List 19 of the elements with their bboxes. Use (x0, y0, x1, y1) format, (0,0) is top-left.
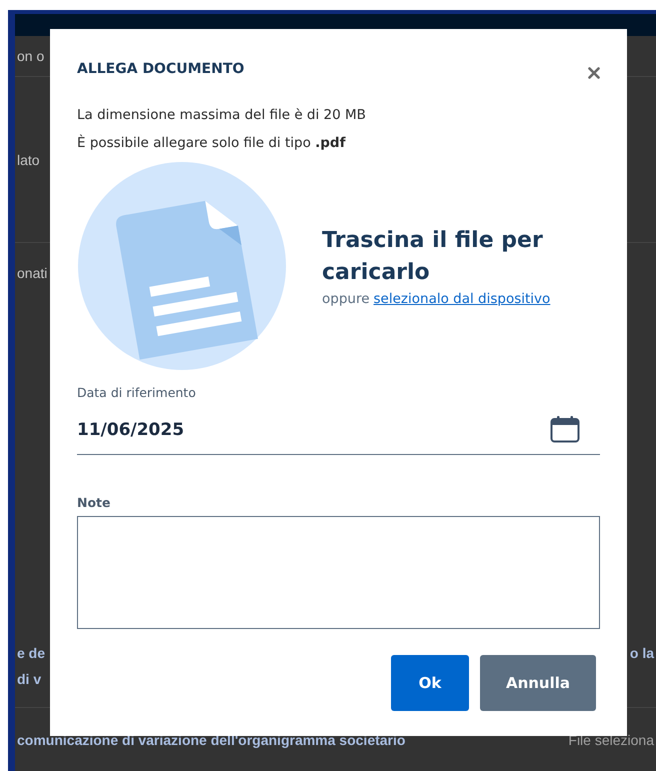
drop-heading: Trascina il file per caricarlo (322, 227, 544, 287)
info-text: La dimensione massima del file è di 20 MB (77, 107, 367, 123)
row-text: o la (630, 645, 654, 661)
calendar-icon[interactable] (550, 415, 580, 443)
field-label: Data di riferimento (77, 385, 196, 400)
info-text: È possibile allegare solo file di tipo .pdf (77, 135, 347, 151)
row-text: onati (17, 265, 48, 281)
dialog-title: ALLEGA DOCUMENTO (77, 61, 244, 77)
drop-hint: oppure (322, 290, 370, 307)
notes-field[interactable] (77, 516, 600, 629)
row-text: di v (17, 671, 42, 687)
cancel-button[interactable]: Annulla (480, 655, 596, 711)
ok-button[interactable]: Ok (391, 655, 469, 711)
row-text: lato (17, 152, 40, 168)
row-text: e de (17, 645, 46, 661)
select-file-link[interactable]: selezionalo dal dispositivo (374, 290, 550, 307)
field-label: Note (77, 495, 111, 510)
row-text: on o (17, 48, 44, 64)
close-icon[interactable] (588, 67, 600, 79)
